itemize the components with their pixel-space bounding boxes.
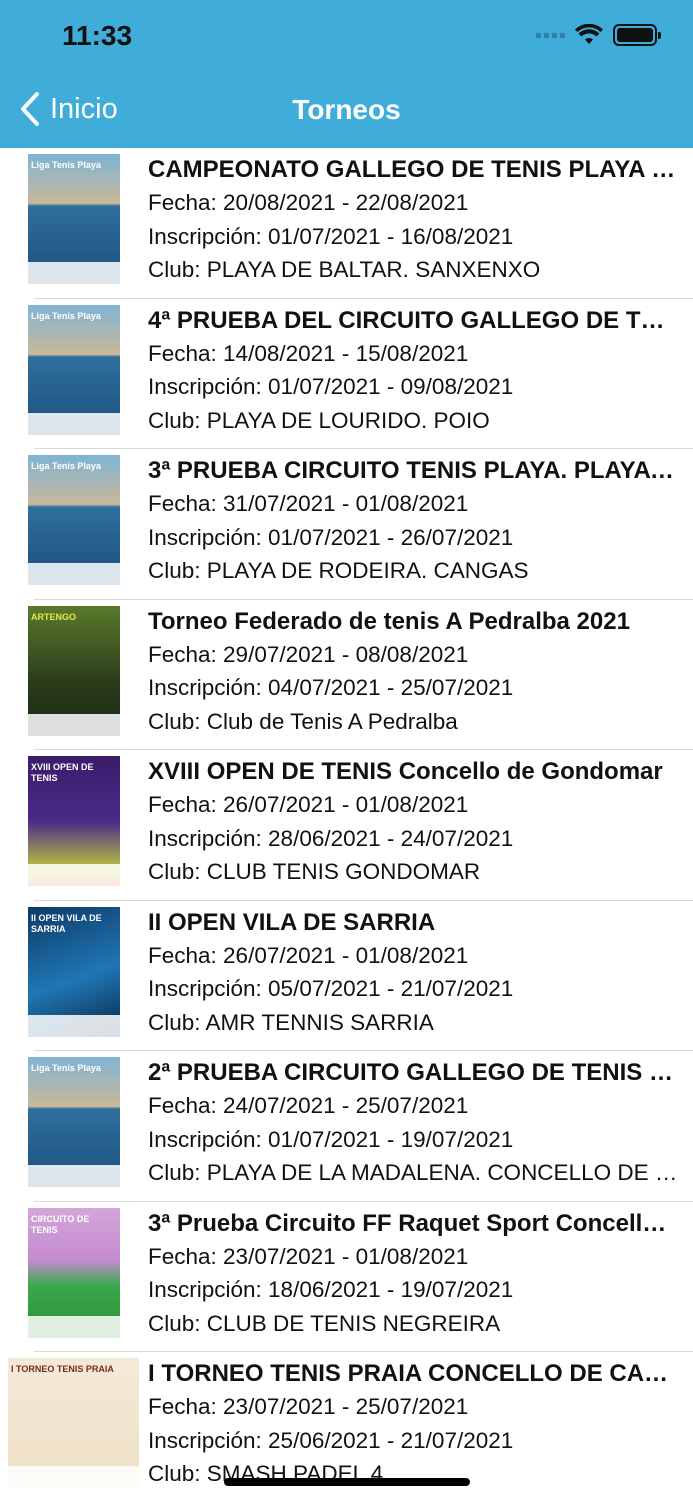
tournament-title: I TORNEO TENIS PRAIA CONCELLO DE CABANAS bbox=[148, 1360, 678, 1387]
tournament-list[interactable]: Liga Tenis Playa CAMPEONATO GALLEGO DE TE… bbox=[0, 148, 693, 1500]
tournament-info: I TORNEO TENIS PRAIA CONCELLO DE CABANAS… bbox=[148, 1358, 678, 1491]
tournament-dates: Fecha: 23/07/2021 - 25/07/2021 bbox=[148, 1394, 469, 1419]
poster-sponsor-strip bbox=[28, 563, 120, 585]
tournament-title: 2ª PRUEBA CIRCUITO GALLEGO DE TENIS PLAY… bbox=[148, 1059, 678, 1086]
tournament-poster-image: II OPEN VILA DE SARRIA bbox=[28, 906, 120, 1037]
tournament-poster-image: Liga Tenis Playa bbox=[28, 1057, 120, 1187]
tournament-row[interactable]: II OPEN VILA DE SARRIA II OPEN VILA DE SA… bbox=[0, 901, 693, 1052]
tournament-club: Club: Club de Tenis A Pedralba bbox=[148, 708, 458, 734]
tournament-club: Club: CLUB DE TENIS NEGREIRA bbox=[148, 1310, 501, 1336]
tournament-row[interactable]: ARTENGO Torneo Federado de tenis A Pedral… bbox=[0, 600, 693, 751]
tournament-info: II OPEN VILA DE SARRIA Fecha: 26/07/2021 … bbox=[148, 907, 678, 1040]
tournament-poster-image: Liga Tenis Playa bbox=[28, 455, 120, 585]
tournament-club: Club: PLAYA DE BALTAR. SANXENXO bbox=[148, 257, 541, 282]
tournament-registration: Inscripción: 25/06/2021 - 21/07/2021 bbox=[148, 1427, 514, 1453]
tournament-info: 2ª PRUEBA CIRCUITO GALLEGO DE TENIS PLAY… bbox=[148, 1057, 678, 1190]
tournament-info: 4ª PRUEBA DEL CIRCUITO GALLEGO DE TENIS … bbox=[148, 305, 678, 438]
tournament-dates: Fecha: 26/07/2021 - 01/08/2021 bbox=[148, 792, 469, 817]
tournament-dates: Fecha: 29/07/2021 - 08/08/2021 bbox=[148, 641, 469, 667]
tournament-title: Torneo Federado de tenis A Pedralba 2021 bbox=[148, 607, 630, 635]
tournament-registration: Inscripción: 01/07/2021 - 19/07/2021 bbox=[148, 1126, 514, 1152]
poster-caption: XVIII OPEN DE TENIS bbox=[31, 762, 94, 783]
wifi-icon bbox=[575, 24, 603, 44]
tournament-title: 4ª PRUEBA DEL CIRCUITO GALLEGO DE TENIS … bbox=[148, 306, 678, 334]
tournament-dates: Fecha: 26/07/2021 - 01/08/2021 bbox=[148, 942, 469, 968]
tournament-club: Club: AMR TENNIS SARRIA bbox=[148, 1009, 434, 1035]
tournament-info: Torneo Federado de tenis A Pedralba 2021… bbox=[148, 606, 678, 739]
tournament-club: Club: PLAYA DE LOURIDO. POIO bbox=[148, 407, 490, 433]
poster-caption: Liga Tenis Playa bbox=[31, 1063, 101, 1073]
poster-caption: CIRCUITO DE TENIS bbox=[31, 1213, 90, 1235]
page-title: Torneos bbox=[292, 94, 401, 125]
cellular-signal-icon bbox=[536, 32, 565, 38]
tournament-registration: Inscripción: 01/07/2021 - 09/08/2021 bbox=[148, 374, 514, 399]
tournament-row[interactable]: Liga Tenis Playa 4ª PRUEBA DEL CIRCUITO G… bbox=[0, 299, 693, 450]
tournament-title: II OPEN VILA DE SARRIA bbox=[148, 908, 436, 936]
tournament-dates: Fecha: 31/07/2021 - 01/08/2021 bbox=[148, 491, 469, 516]
tournament-dates: Fecha: 23/07/2021 - 01/08/2021 bbox=[148, 1243, 469, 1269]
tournament-row[interactable]: XVIII OPEN DE TENIS XVIII OPEN DE TENIS C… bbox=[0, 750, 693, 901]
tournament-dates: Fecha: 14/08/2021 - 15/08/2021 bbox=[148, 340, 469, 366]
tournament-poster-image: I TORNEO TENIS PRAIA bbox=[8, 1358, 139, 1488]
tournament-row[interactable]: Liga Tenis Playa 3ª PRUEBA CIRCUITO TENIS… bbox=[0, 449, 693, 600]
tournament-row[interactable]: Liga Tenis Playa CAMPEONATO GALLEGO DE TE… bbox=[0, 148, 693, 299]
poster-sponsor-strip bbox=[28, 262, 120, 284]
tournament-club: Club: CLUB TENIS GONDOMAR bbox=[148, 859, 481, 884]
tournament-registration: Inscripción: 28/06/2021 - 24/07/2021 bbox=[148, 825, 514, 851]
tournament-dates: Fecha: 20/08/2021 - 22/08/2021 bbox=[148, 190, 469, 215]
home-indicator bbox=[224, 1478, 470, 1486]
poster-sponsor-strip bbox=[28, 1165, 120, 1187]
status-icons bbox=[536, 24, 661, 46]
tournament-info: XVIII OPEN DE TENIS Concello de Gondomar… bbox=[148, 756, 678, 889]
tournament-row[interactable]: Liga Tenis Playa 2ª PRUEBA CIRCUITO GALLE… bbox=[0, 1051, 693, 1202]
poster-sponsor-strip bbox=[8, 1466, 139, 1488]
tournament-info: 3ª PRUEBA CIRCUITO TENIS PLAYA. PLAYA DE… bbox=[148, 455, 678, 588]
poster-sponsor-strip bbox=[28, 1014, 120, 1037]
poster-sponsor-strip bbox=[28, 864, 120, 886]
poster-sponsor-strip bbox=[28, 1315, 120, 1338]
poster-sponsor-strip bbox=[28, 412, 120, 435]
tournament-poster-image: Liga Tenis Playa bbox=[28, 304, 120, 435]
tournament-row[interactable]: CIRCUITO DE TENIS 3ª Prueba Circuito FF R… bbox=[0, 1202, 693, 1353]
tournament-club: Club: PLAYA DE RODEIRA. CANGAS bbox=[148, 558, 529, 583]
tournament-registration: Inscripción: 01/07/2021 - 26/07/2021 bbox=[148, 524, 514, 550]
tournament-registration: Inscripción: 04/07/2021 - 25/07/2021 bbox=[148, 675, 514, 700]
tournament-poster-image: ARTENGO bbox=[28, 605, 120, 736]
tournament-poster-image: XVIII OPEN DE TENIS bbox=[28, 756, 120, 886]
poster-caption: Liga Tenis Playa bbox=[31, 461, 101, 471]
tournament-info: 3ª Prueba Circuito FF Raquet Sport Conce… bbox=[148, 1208, 678, 1341]
tournament-dates: Fecha: 24/07/2021 - 25/07/2021 bbox=[148, 1093, 469, 1118]
tournament-registration: Inscripción: 01/07/2021 - 16/08/2021 bbox=[148, 223, 514, 249]
tournament-title: CAMPEONATO GALLEGO DE TENIS PLAYA 2021 bbox=[148, 156, 678, 183]
tournament-poster-image: CIRCUITO DE TENIS bbox=[28, 1207, 120, 1338]
tournament-title: 3ª PRUEBA CIRCUITO TENIS PLAYA. PLAYA DE… bbox=[148, 457, 678, 484]
poster-caption: II OPEN VILA DE SARRIA bbox=[31, 912, 102, 934]
tournament-info: CAMPEONATO GALLEGO DE TENIS PLAYA 2021 Fe… bbox=[148, 154, 678, 287]
tournament-registration: Inscripción: 18/06/2021 - 19/07/2021 bbox=[148, 1277, 514, 1302]
poster-caption: Liga Tenis Playa bbox=[31, 310, 101, 321]
status-time: 11:33 bbox=[62, 20, 133, 51]
poster-caption: ARTENGO bbox=[31, 611, 76, 622]
tournament-title: XVIII OPEN DE TENIS Concello de Gondomar bbox=[148, 758, 663, 785]
tournament-poster-image: Liga Tenis Playa bbox=[28, 154, 120, 284]
poster-sponsor-strip bbox=[28, 713, 120, 736]
navigation-header: 11:33 Inicio Torneos bbox=[0, 0, 693, 148]
poster-caption: Liga Tenis Playa bbox=[31, 160, 101, 170]
battery-icon bbox=[613, 24, 661, 46]
poster-caption: I TORNEO TENIS PRAIA bbox=[11, 1364, 114, 1374]
tournament-club: Club: PLAYA DE LA MADALENA. CONCELLO DE … bbox=[148, 1160, 678, 1185]
tournament-title: 3ª Prueba Circuito FF Raquet Sport Conce… bbox=[148, 1209, 678, 1237]
tournament-registration: Inscripción: 05/07/2021 - 21/07/2021 bbox=[148, 976, 514, 1001]
